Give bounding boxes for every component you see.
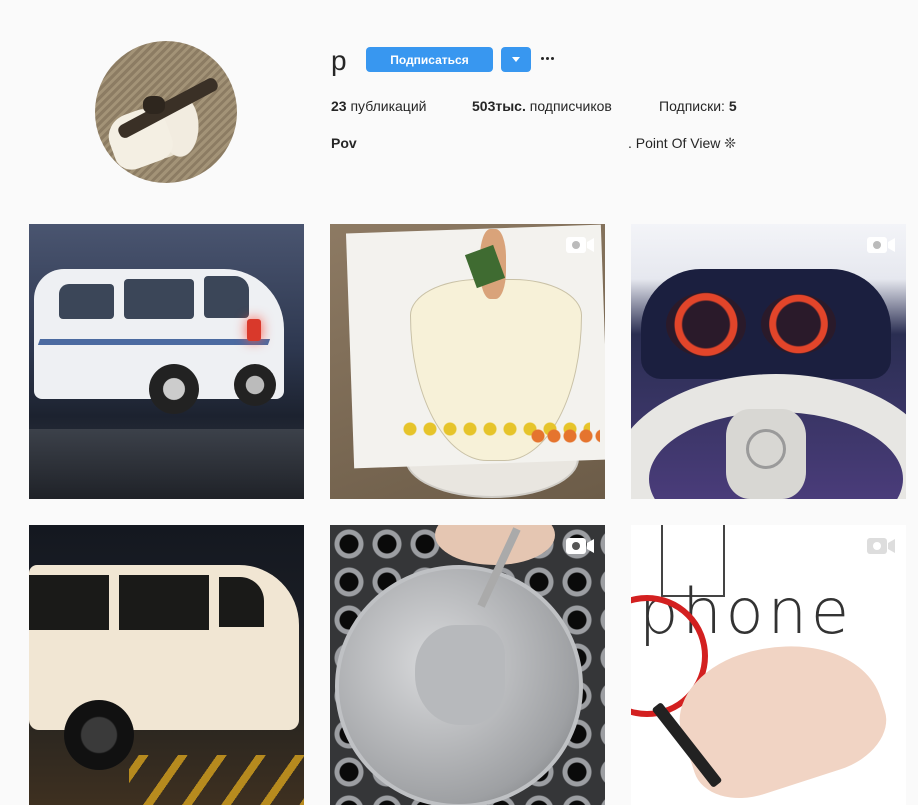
posts-count: 23 [331,98,347,114]
post-image [330,525,605,805]
post-image [330,224,605,499]
avatar-image-detail [143,96,165,114]
profile-avatar[interactable] [95,41,237,183]
follow-button[interactable]: Подписаться [366,47,493,72]
following-count: 5 [728,98,737,114]
profile-bio: . Point Of View ❊ [628,135,736,151]
followers-count: 503тыс. [472,98,526,114]
video-camera-icon [867,237,895,253]
ellipsis-icon [541,56,544,60]
profile-username: p [331,45,347,76]
post-thumbnail[interactable]: phone [631,525,906,805]
posts-label: публикаций [346,98,427,114]
post-thumbnail[interactable] [330,525,605,805]
posts-count-stat: 23 публикаций [331,97,426,115]
post-image [631,224,906,499]
post-image [29,224,304,499]
chevron-down-icon [512,57,520,62]
profile-full-name: Pov [331,135,357,151]
video-camera-icon [867,538,895,554]
post-image: phone [631,525,906,805]
following-label: Подписки: [659,98,729,114]
suggested-accounts-dropdown-button[interactable] [501,47,531,72]
post-thumbnail[interactable] [330,224,605,499]
followers-stat-link[interactable]: 503тыс. подписчиков [472,97,612,115]
following-stat-link[interactable]: Подписки: 5 [659,97,737,115]
video-camera-icon [566,538,594,554]
followers-label: подписчиков [525,98,612,114]
post-thumbnail[interactable] [631,224,906,499]
more-options-button[interactable] [541,52,557,64]
post-image [29,525,304,805]
video-camera-icon [566,237,594,253]
post-thumbnail[interactable] [29,525,304,805]
post-thumbnail[interactable] [29,224,304,499]
